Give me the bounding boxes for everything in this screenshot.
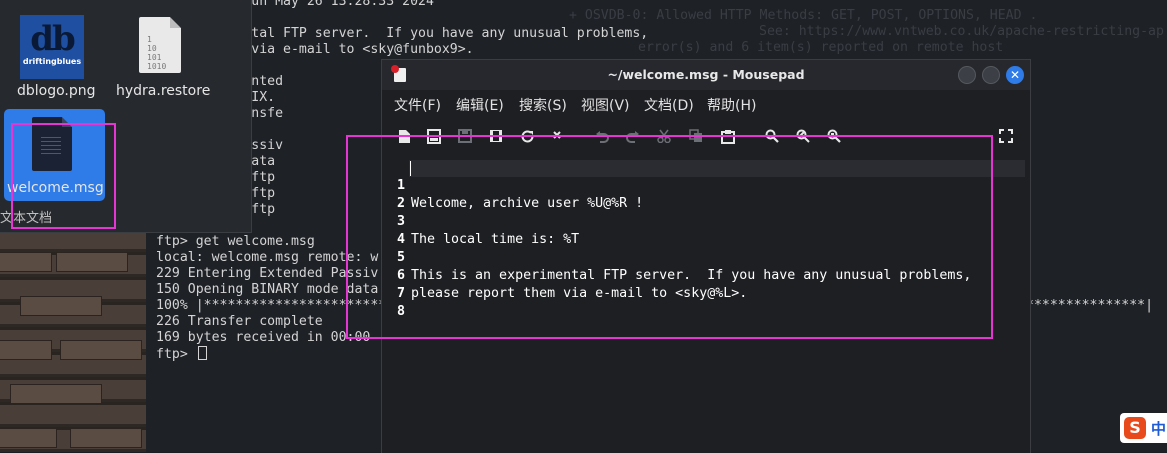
terminal-faint-line: + OSVDB-0: Allowed HTTP Methods: GET, PO…	[569, 8, 1038, 23]
dblogo-thumbnail[interactable]: db driftingblues	[20, 15, 84, 79]
wallpaper	[0, 232, 146, 452]
menu-search[interactable]: 搜索(S)	[519, 95, 567, 115]
minimize-button[interactable]	[958, 66, 976, 84]
annotation-box-editor	[346, 135, 993, 339]
menu-edit[interactable]: 编辑(E)	[456, 95, 504, 115]
menu-help[interactable]: 帮助(H)	[707, 95, 756, 115]
annotation-box-file	[11, 123, 116, 229]
input-mode-label: 中	[1151, 420, 1167, 438]
terminal-line: 150 Opening BINARY mode data	[156, 282, 379, 297]
terminal-faint-line: See: https://www.vntweb.co.uk/apache-res…	[759, 24, 1164, 39]
menu-view[interactable]: 视图(V)	[581, 95, 630, 115]
terminal-cursor	[197, 346, 207, 360]
file-label-dblogo[interactable]: dblogo.png	[17, 83, 96, 99]
terminal-prompt: ftp>	[156, 346, 207, 362]
menu-file[interactable]: 文件(F)	[394, 95, 441, 115]
terminal-faint-line: error(s) and 6 item(s) reported on remot…	[638, 40, 1004, 55]
close-button[interactable]: ✕	[1006, 66, 1024, 84]
terminal-line: local: welcome.msg remote: w	[156, 250, 379, 265]
input-method-indicator[interactable]: S 中	[1120, 413, 1167, 443]
title-bar[interactable]: ~/welcome.msg - Mousepad ✕	[382, 60, 1030, 90]
menu-document[interactable]: 文档(D)	[644, 95, 694, 115]
dblogo-subtext: driftingblues	[22, 57, 82, 66]
close-icon: ✕	[1009, 68, 1021, 82]
sogou-logo-icon: S	[1124, 417, 1146, 439]
binary-file-icon[interactable]: 1 10 101 1010	[139, 17, 181, 73]
terminal-line: 169 bytes received in 00:00	[156, 330, 371, 345]
menu-bar: 文件(F) 编辑(E) 搜索(S) 视图(V) 文档(D) 帮助(H)	[382, 93, 1030, 115]
terminal-line: 226 Transfer complete	[156, 314, 323, 329]
dblogo-text: db	[30, 19, 76, 59]
window-title: ~/welcome.msg - Mousepad	[607, 67, 805, 82]
binary-file-glyph: 1 10 101 1010	[147, 35, 167, 71]
fullscreen-icon[interactable]	[997, 126, 1015, 146]
maximize-button[interactable]	[982, 66, 1000, 84]
terminal-line: ftp> get welcome.msg	[156, 234, 315, 249]
terminal-progress-tail: ***************| 1	[1026, 298, 1154, 313]
terminal-line: 229 Entering Extended Passiv	[156, 266, 379, 281]
terminal-prompt-text: ftp>	[156, 347, 196, 362]
file-label-hydra-restore[interactable]: hydra.restore	[116, 83, 210, 99]
